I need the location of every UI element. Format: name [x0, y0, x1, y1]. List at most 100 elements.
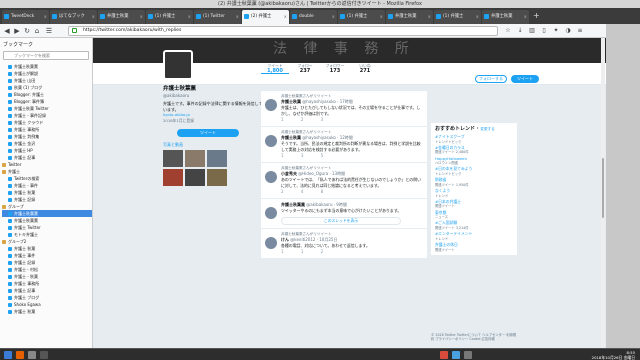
firefox-taskbar-icon[interactable] — [16, 351, 24, 359]
tweet-author[interactable]: けん — [281, 237, 289, 242]
tweet-actions[interactable]: 1 2 3 — [281, 117, 423, 123]
tweet[interactable]: 弁護士秋葉薫さんがリツイート 小倉秀夫 @Hideo_Ogura · 13時間 あの… — [261, 163, 427, 199]
photo-thumbnail[interactable] — [185, 150, 205, 167]
profile-avatar[interactable] — [163, 50, 193, 80]
close-tab-icon[interactable]: × — [236, 10, 239, 24]
browser-tab[interactable]: (1) 弁護士 × — [146, 10, 193, 24]
page-scrollbar[interactable] — [601, 38, 605, 356]
tweet-author[interactable]: 小倉秀夫 — [281, 171, 297, 176]
browser-tab[interactable]: TweetDeck × — [2, 10, 49, 24]
photos-label[interactable]: 写真と動画 — [163, 142, 263, 148]
extension-icon[interactable]: ✦ — [552, 26, 560, 35]
bookmark-folder[interactable]: Twitter — [2, 161, 92, 168]
bookmark-item[interactable]: 弁護士 事務所 — [2, 126, 92, 133]
browser-tab[interactable]: (1) Twitter × — [194, 10, 241, 24]
close-tab-icon[interactable]: × — [380, 10, 383, 24]
bookmark-folder[interactable]: グループ2 — [2, 238, 92, 245]
browser-tab[interactable]: (1) 弁護士 × — [338, 10, 385, 24]
close-tab-icon[interactable]: × — [476, 10, 479, 24]
start-menu-icon[interactable] — [4, 351, 12, 359]
bookmark-item[interactable]: 弁護士 ブログ — [2, 294, 92, 301]
bookmark-item[interactable]: 弁護士 山田 — [2, 77, 92, 84]
close-tab-icon[interactable]: × — [188, 10, 191, 24]
bookmark-item[interactable]: モトキ弁護士 — [2, 231, 92, 238]
bookmark-item[interactable]: 弁護士が解説 — [2, 70, 92, 77]
bookmark-sidebar-icon[interactable]: ☰ — [45, 27, 53, 35]
tray-app-icon[interactable] — [440, 351, 448, 359]
tweet-actions[interactable]: 2 4 8 — [281, 189, 423, 195]
bookmark-item[interactable]: 弁護士秋葉 Twitter — [2, 105, 92, 112]
bookmark-item[interactable]: 秋葉 (1) ブログ — [2, 84, 92, 91]
download-icon[interactable]: ↓ — [516, 26, 524, 35]
library-icon[interactable]: ▥ — [528, 26, 536, 35]
tweet-handle[interactable]: @keniti2012 · 10月25日 — [290, 237, 337, 242]
terminal-taskbar-icon[interactable] — [40, 351, 48, 359]
photo-thumbnail[interactable] — [185, 169, 205, 186]
tweet[interactable]: 弁護士秋葉薫 @akibakaoru · 9時間 ツイッターやるのにもまず本当の意… — [261, 199, 427, 229]
bookmark-item[interactable]: 弁護士 クラウド — [2, 119, 92, 126]
avatar[interactable] — [265, 99, 277, 111]
bookmark-item[interactable]: 弁護士 秋葉 — [2, 308, 92, 315]
tweet[interactable]: 弁護士秋葉薫さんがリツイート 弁護士秋葉 @hayashiyasuko · 17時… — [261, 91, 427, 127]
avatar[interactable] — [265, 171, 277, 183]
bookmark-item[interactable]: 弁護士 - 事件 — [2, 182, 92, 189]
bookmark-item[interactable]: 弁護士 判例集 — [2, 133, 92, 140]
files-taskbar-icon[interactable] — [28, 351, 36, 359]
profile-stat[interactable]: いいね 271 — [351, 63, 379, 74]
profile-handle[interactable]: @akibakaoru — [163, 93, 263, 98]
pocket-icon[interactable]: ◑ — [564, 26, 572, 35]
avatar[interactable] — [265, 207, 277, 219]
tweet-author[interactable]: 弁護士秋葉 — [281, 99, 301, 104]
tweet-actions[interactable]: 1 1 2 — [281, 249, 423, 255]
bookmark-item[interactable]: 弁護士秋葉薫 — [2, 210, 92, 217]
bookmark-item[interactable]: 弁護士秋葉薫 — [2, 63, 92, 70]
tweet-actions[interactable]: 1 3 5 — [281, 153, 423, 159]
tweet-handle[interactable]: @hayashiyasuko · 12時間 — [302, 135, 353, 140]
tray-volume-icon[interactable] — [464, 351, 472, 359]
close-tab-icon[interactable]: × — [284, 10, 287, 24]
photo-thumbnail[interactable] — [207, 169, 227, 186]
browser-tab[interactable]: (2) 弁護士 × — [242, 10, 289, 24]
profile-stat[interactable]: フォロー 237 — [291, 63, 319, 74]
tweet-button[interactable]: ツイート — [511, 75, 539, 83]
browser-tab[interactable]: 弁護士秋葉 × — [98, 10, 145, 24]
browser-tab[interactable]: はてなブック × — [50, 10, 97, 24]
close-tab-icon[interactable]: × — [428, 10, 431, 24]
bookmark-item[interactable]: 弁護士 事件 — [2, 252, 92, 259]
show-thread-link[interactable]: このスレッドを表示 — [281, 216, 401, 225]
sidebar-icon[interactable]: ▯ — [540, 26, 548, 35]
menu-icon[interactable]: ≡ — [576, 26, 584, 35]
bookmark-item[interactable]: 弁護士 Twitter — [2, 224, 92, 231]
tweet-handle[interactable]: @hayashiyasuko · 17時間 — [302, 99, 353, 104]
browser-tab[interactable]: 弁護士秋葉 × — [482, 10, 529, 24]
bookmark-folder[interactable]: グループ — [2, 203, 92, 210]
close-tab-icon[interactable]: × — [524, 10, 527, 24]
close-tab-icon[interactable]: × — [140, 10, 143, 24]
close-tab-icon[interactable]: × — [44, 10, 47, 24]
photo-thumbnail[interactable] — [163, 169, 183, 186]
bookmark-item[interactable]: 弁護士 記録 — [2, 196, 92, 203]
bookmark-item[interactable]: 弁護士 秋葉 — [2, 189, 92, 196]
profile-stat[interactable]: フォロワー 173 — [321, 63, 349, 74]
tweet-handle[interactable]: @akibakaoru · 9時間 — [306, 202, 347, 207]
profile-name[interactable]: 弁護士秋葉薫 — [163, 85, 263, 93]
tray-network-icon[interactable] — [452, 351, 460, 359]
photo-thumbnail[interactable] — [207, 150, 227, 167]
back-icon[interactable]: ◀ — [3, 27, 11, 35]
tweet-handle[interactable]: @Hideo_Ogura · 13時間 — [298, 171, 345, 176]
tweet[interactable]: 弁護士秋葉薫さんがリツイート けん @keniti2012 · 10月25日 各種の… — [261, 229, 427, 259]
bookmark-item[interactable]: 弁護士 - 秋葉 — [2, 273, 92, 280]
footer-links[interactable]: © 2018 Twitter Twitterについて ヘルプセンター 利用規約 … — [431, 333, 517, 342]
browser-tab[interactable]: (1) 弁護士 × — [434, 10, 481, 24]
bookmark-folder[interactable]: 弁護士 — [2, 168, 92, 175]
scrollbar-thumb[interactable] — [602, 158, 604, 218]
bookmark-item[interactable]: Blogger: 事件簿 — [2, 98, 92, 105]
bookmark-item[interactable]: 弁護士 記事 — [2, 287, 92, 294]
bookmark-item[interactable]: 弁護士 HP — [2, 147, 92, 154]
home-icon[interactable]: ⌂ — [33, 27, 41, 35]
follow-button[interactable]: フォローする — [475, 75, 507, 83]
tweet-author[interactable]: 弁護士秋葉薫 — [281, 202, 305, 207]
bookmark-item[interactable]: 弁護士 - 村松 — [2, 266, 92, 273]
bookmark-item[interactable]: 弁護士 記録 — [2, 259, 92, 266]
bookmarks-search-input[interactable]: ブックマークを検索 — [3, 51, 89, 60]
